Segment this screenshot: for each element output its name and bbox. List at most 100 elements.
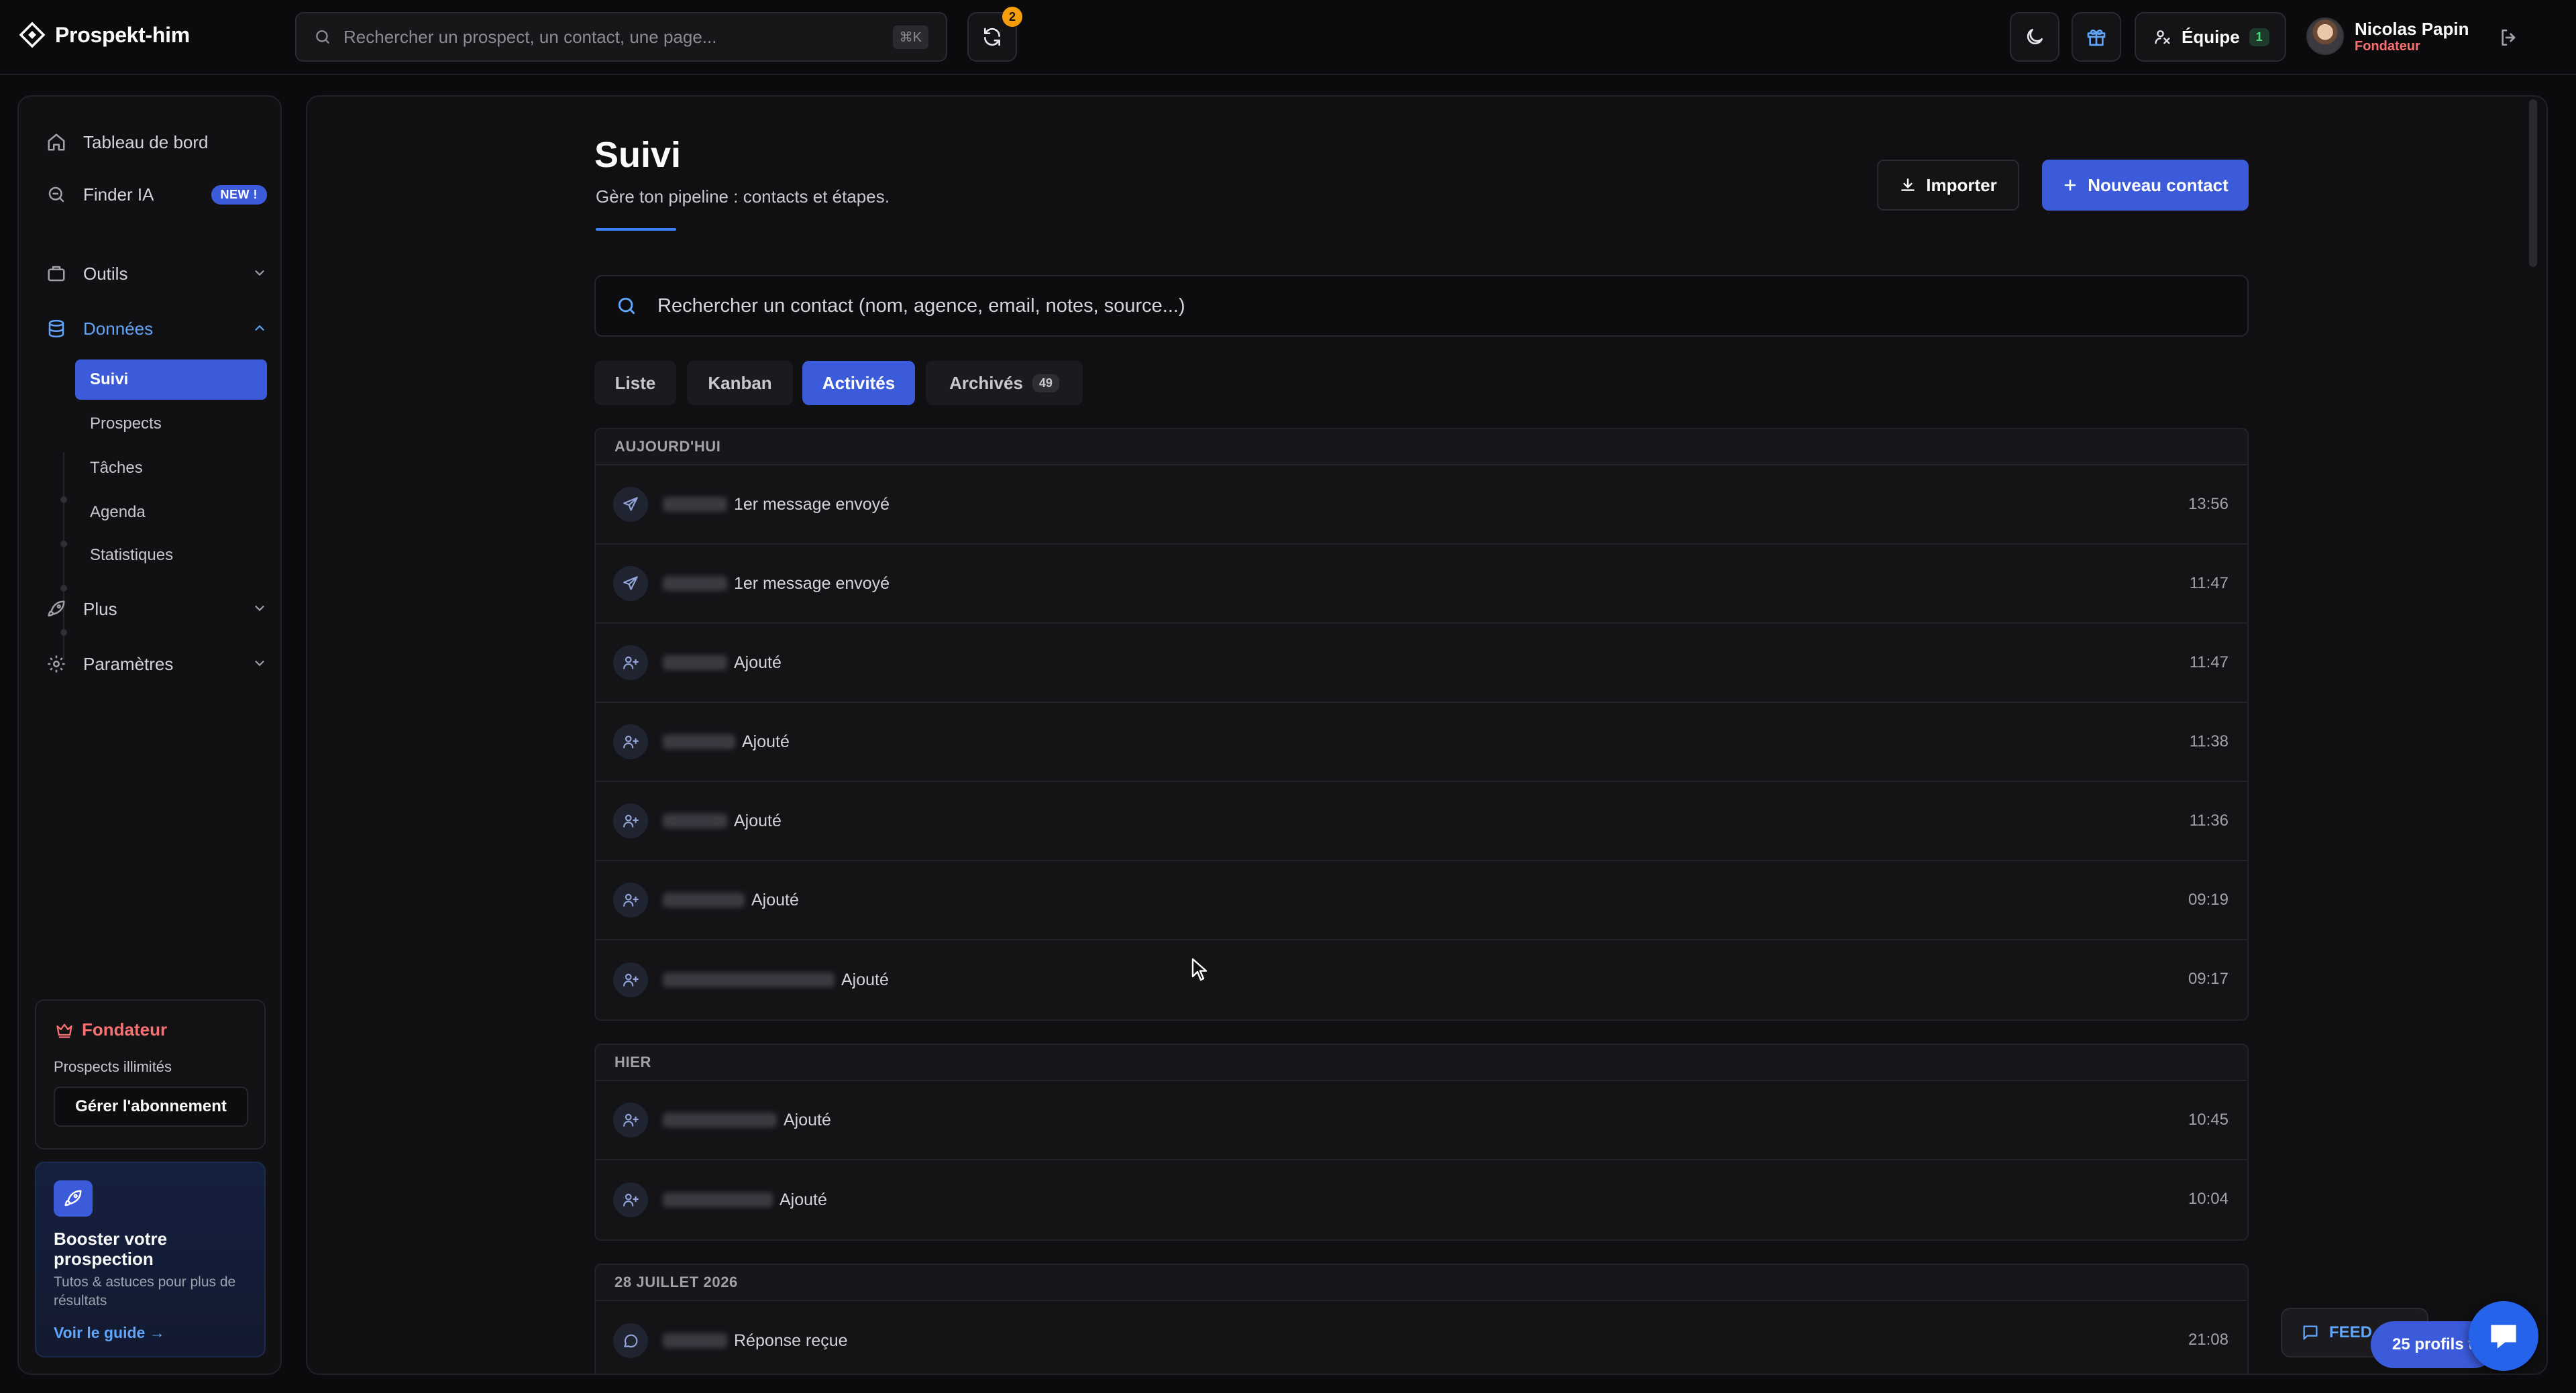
- sidebar-item-label: Outils: [83, 263, 128, 284]
- app-name: Prospekt-him: [55, 22, 190, 47]
- activity-row[interactable]: Réponse reçue 21:08: [596, 1301, 2247, 1374]
- tab-label: Archivés: [949, 372, 1023, 393]
- feedback-label: FEED: [2329, 1323, 2373, 1341]
- plan-card: Fondateur Prospects illimités Gérer l'ab…: [35, 999, 266, 1150]
- home-icon: [46, 131, 67, 153]
- contact-search-input[interactable]: [657, 294, 2227, 317]
- sidebar-subitem-label: Tâches: [90, 459, 143, 477]
- import-label: Importer: [1926, 174, 1997, 195]
- activity-group-date: 28 JUILLET 2026 Réponse reçue 21:08: [594, 1264, 2249, 1374]
- contact-name-redacted: [663, 655, 727, 670]
- rocket-icon: [54, 1180, 93, 1217]
- sidebar-subitem-taches[interactable]: Tâches: [75, 448, 267, 488]
- activity-row[interactable]: Ajouté 09:19: [596, 861, 2247, 940]
- sidebar-item-label: Finder IA: [83, 184, 154, 205]
- message-icon: [613, 1323, 648, 1358]
- global-search-input[interactable]: [343, 26, 881, 48]
- global-search-box[interactable]: ⌘K: [295, 12, 947, 62]
- rocket-icon: [46, 598, 67, 620]
- activity-row[interactable]: Ajouté 11:47: [596, 624, 2247, 703]
- import-button[interactable]: Importer: [1877, 160, 2019, 211]
- sidebar-item-parametres[interactable]: Paramètres: [46, 644, 267, 684]
- activity-time: 09:17: [2188, 970, 2229, 988]
- sidebar-subitem-suivi[interactable]: Suivi: [75, 359, 267, 400]
- profiles-label: 25 profils t: [2392, 1335, 2474, 1353]
- activity-row[interactable]: 1er message envoyé 13:56: [596, 465, 2247, 545]
- activity-row[interactable]: Ajouté 10:45: [596, 1081, 2247, 1160]
- contact-name-redacted: [663, 893, 745, 907]
- tab-archives[interactable]: Archivés 49: [926, 361, 1083, 405]
- user-plus-icon: [613, 803, 648, 838]
- tab-activites[interactable]: Activités: [802, 361, 915, 405]
- user-plus-icon: [613, 962, 648, 997]
- top-bar: Prospekt-him ⌘K 2: [0, 0, 2576, 75]
- sidebar-subitem-statistiques[interactable]: Statistiques: [75, 535, 267, 575]
- subnav-dot: [60, 496, 67, 503]
- manage-subscription-button[interactable]: Gérer l'abonnement: [54, 1086, 248, 1127]
- crown-icon: [55, 1021, 74, 1040]
- contact-name-redacted: [663, 497, 727, 512]
- download-icon: [1899, 176, 1917, 194]
- user-name: Nicolas Papin: [2355, 19, 2469, 39]
- sidebar-subitem-label: Suivi: [90, 370, 129, 388]
- activity-text: Ajouté: [780, 1190, 827, 1209]
- plus-icon: [2062, 177, 2078, 193]
- new-contact-button[interactable]: Nouveau contact: [2042, 160, 2249, 211]
- sidebar-item-finder-ia[interactable]: Finder IA NEW !: [46, 174, 267, 215]
- sidebar-subitem-agenda[interactable]: Agenda: [75, 492, 267, 533]
- send-icon: [613, 566, 648, 601]
- contact-search-box[interactable]: [594, 275, 2249, 337]
- activity-row[interactable]: Ajouté 10:04: [596, 1160, 2247, 1239]
- activity-time: 09:19: [2188, 891, 2229, 909]
- activity-row[interactable]: Ajouté 11:38: [596, 703, 2247, 782]
- scrollbar[interactable]: [2529, 99, 2537, 267]
- gift-button[interactable]: [2072, 12, 2121, 62]
- chevron-up-icon: [252, 321, 267, 335]
- mouse-cursor-icon: [1191, 958, 1209, 982]
- sidebar-item-label: Paramètres: [83, 653, 174, 674]
- user-plus-icon: [613, 645, 648, 680]
- activity-row[interactable]: Ajouté 09:17: [596, 940, 2247, 1019]
- search-icon: [314, 28, 331, 46]
- user-menu[interactable]: Nicolas Papin Fondateur: [2306, 17, 2469, 55]
- activity-text: Ajouté: [734, 811, 782, 830]
- logout-button[interactable]: [2498, 27, 2520, 48]
- tab-kanban[interactable]: Kanban: [687, 361, 793, 405]
- sidebar-subitem-prospects[interactable]: Prospects: [75, 404, 267, 444]
- activity-time: 21:08: [2188, 1331, 2229, 1349]
- sidebar-item-plus[interactable]: Plus: [46, 589, 267, 629]
- activity-time: 11:38: [2189, 732, 2229, 750]
- team-button[interactable]: Équipe 1: [2135, 12, 2286, 62]
- activity-time: 10:45: [2188, 1111, 2229, 1129]
- team-icon: [2153, 27, 2172, 46]
- send-icon: [613, 487, 648, 522]
- plan-description: Prospects illimités: [54, 1058, 172, 1075]
- sidebar-subitem-label: Agenda: [90, 503, 146, 521]
- team-label: Équipe: [2182, 26, 2240, 47]
- sync-button[interactable]: 2: [967, 7, 1022, 62]
- guide-link[interactable]: Voir le guide →: [54, 1324, 165, 1342]
- app-logo[interactable]: Prospekt-him: [19, 21, 190, 48]
- subnav-dot: [60, 541, 67, 547]
- app-root: Prospekt-him ⌘K 2: [0, 0, 2576, 1393]
- boost-description: Tutos & astuces pour plus de résultats: [54, 1274, 236, 1308]
- activity-row[interactable]: Ajouté 11:36: [596, 782, 2247, 861]
- contact-name-redacted: [663, 576, 727, 591]
- activity-row[interactable]: 1er message envoyé 11:47: [596, 545, 2247, 624]
- contact-name-redacted: [663, 734, 735, 749]
- dark-mode-toggle[interactable]: [2010, 12, 2059, 62]
- chat-bubble-icon: [2485, 1317, 2522, 1355]
- activity-time: 11:36: [2189, 812, 2229, 830]
- sidebar-item-donnees[interactable]: Données: [46, 309, 267, 349]
- sidebar-item-dashboard[interactable]: Tableau de bord: [46, 122, 267, 162]
- tab-liste[interactable]: Liste: [594, 361, 676, 405]
- moon-icon: [2024, 26, 2045, 48]
- avatar: [2306, 17, 2344, 55]
- activity-text: Ajouté: [751, 890, 799, 909]
- support-chat-button[interactable]: [2469, 1301, 2538, 1371]
- chevron-down-icon: [252, 266, 267, 280]
- page-subtitle: Gère ton pipeline : contacts et étapes.: [596, 186, 890, 207]
- activity-time: 11:47: [2189, 574, 2229, 592]
- sidebar-item-outils[interactable]: Outils: [46, 254, 267, 294]
- title-underline: [596, 228, 676, 231]
